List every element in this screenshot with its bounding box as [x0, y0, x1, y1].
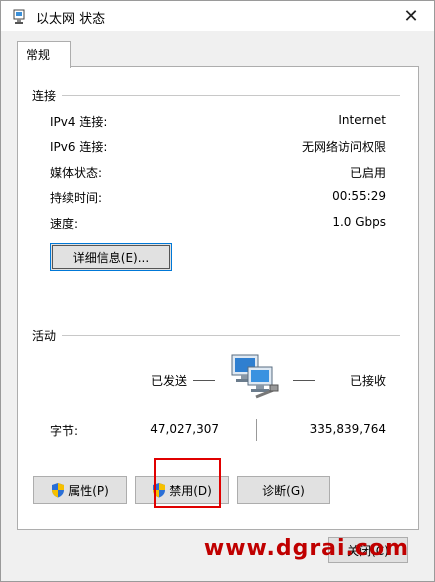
properties-button-label: 属性(P)	[68, 483, 109, 498]
activity-divider	[62, 335, 400, 336]
duration-value: 00:55:29	[332, 189, 386, 203]
watermark-text: www.dgrai.com	[203, 536, 409, 561]
diagnose-button[interactable]: 诊断(G)	[237, 476, 330, 504]
ipv4-value: Internet	[338, 113, 386, 127]
duration-label: 持续时间:	[50, 191, 103, 205]
properties-button[interactable]: 属性(P)	[33, 476, 127, 504]
activity-group-label: 活动	[32, 329, 57, 343]
network-status-window: 以太网 状态 ✕ 常规 连接 IPv4 连接: Internet IPv6 连接…	[0, 0, 435, 582]
title-bar: 以太网 状态 ✕	[1, 1, 434, 31]
media-state-value: 已启用	[349, 166, 386, 180]
media-state-label: 媒体状态:	[50, 166, 103, 180]
received-label: 已接收	[350, 374, 387, 388]
ipv4-label: IPv4 连接:	[50, 115, 108, 129]
uac-shield-icon	[51, 482, 65, 498]
speed-value: 1.0 Gbps	[332, 215, 386, 229]
bytes-separator	[256, 419, 257, 441]
sent-label: 已发送	[151, 374, 188, 388]
tab-general[interactable]: 常规	[17, 41, 71, 68]
details-button-label: 详细信息(E)...	[72, 250, 150, 265]
bytes-received-value: 335,839,764	[309, 422, 386, 436]
received-dash	[293, 380, 315, 381]
diagnose-button-label: 诊断(G)	[262, 483, 305, 498]
tab-general-label: 常规	[26, 48, 51, 62]
bytes-sent-value: 47,027,307	[150, 422, 219, 436]
network-computers-icon	[230, 351, 282, 406]
connection-group-label: 连接	[32, 89, 57, 103]
ipv6-label: IPv6 连接:	[50, 140, 108, 154]
details-button[interactable]: 详细信息(E)...	[50, 243, 172, 271]
network-adapter-icon	[11, 9, 27, 28]
connection-divider	[62, 95, 400, 96]
ipv6-value: 无网络访问权限	[301, 140, 386, 154]
sent-dash	[193, 380, 215, 381]
window-title: 以太网 状态	[36, 12, 106, 27]
close-icon[interactable]: ✕	[388, 1, 434, 31]
speed-label: 速度:	[50, 217, 79, 231]
disable-highlight-box	[154, 458, 221, 508]
bytes-label: 字节:	[50, 424, 79, 438]
